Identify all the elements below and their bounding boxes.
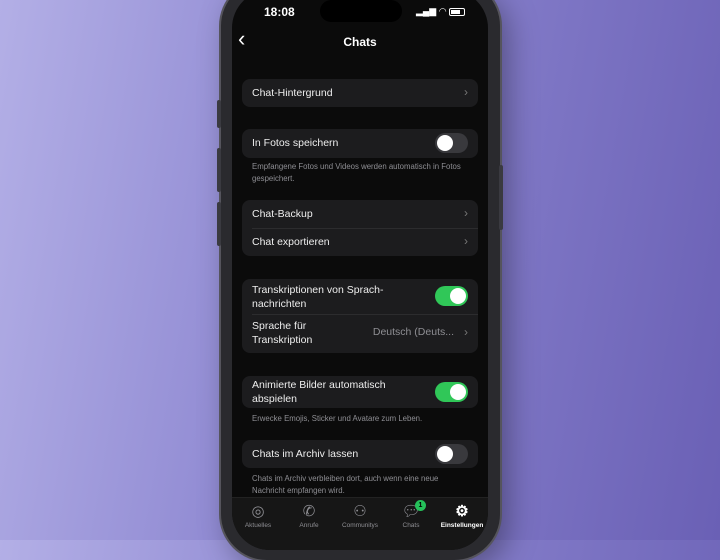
chat-backup-row[interactable]: Chat-Backup › (242, 200, 478, 228)
save-photos-row: In Fotos speichern (242, 129, 478, 158)
chevron-right-icon: › (464, 85, 468, 99)
action-button (217, 100, 221, 128)
save-photos-note: Empfangene Fotos und Videos werden autom… (252, 162, 461, 183)
chevron-right-icon: › (464, 206, 468, 220)
save-photos-toggle[interactable] (435, 133, 468, 153)
row-label: Animierte Bilder automatisch abspielen (252, 379, 386, 405)
animated-images-toggle[interactable] (435, 382, 468, 402)
row-label: Sprache für Transkription (252, 320, 313, 346)
tab-settings[interactable]: ⚙ Einstellungen (436, 502, 488, 529)
animated-images-note: Erwecke Emojis, Sticker und Avatare zum … (252, 414, 423, 423)
keep-archived-note: Chats im Archiv verbleiben dort, auch we… (252, 474, 439, 495)
transcriptions-toggle[interactable] (435, 286, 468, 306)
chevron-right-icon: › (464, 325, 468, 339)
chat-icon: 💬︎ (401, 503, 421, 520)
row-label: Chat-Backup (252, 208, 313, 220)
animated-images-row: Animierte Bilder automatisch abspielen (242, 376, 478, 408)
tab-label: Anrufe (299, 522, 319, 529)
volume-up-button (217, 148, 221, 192)
unread-badge: 1 (415, 500, 426, 511)
keep-archived-row: Chats im Archiv lassen (242, 440, 478, 468)
volume-down-button (217, 202, 221, 246)
tab-calls[interactable]: ✆ Anrufe (283, 502, 335, 529)
transcription-group: Transkriptionen von Sprach-nachrichten S… (242, 279, 478, 353)
tab-label: Einstellungen (440, 522, 484, 529)
tab-communities[interactable]: ⚇ Communitys (334, 502, 386, 529)
tab-label: Chats (402, 522, 420, 529)
updates-icon: ◎ (251, 503, 265, 520)
battery-icon (449, 7, 466, 16)
keep-archived-toggle[interactable] (435, 444, 468, 464)
tab-chats[interactable]: 💬︎ 1 Chats (385, 500, 437, 529)
chat-wallpaper-row[interactable]: Chat-Hintergrund › (242, 79, 478, 107)
wifi-icon: ◠ (438, 6, 447, 16)
tab-label: Communitys (341, 522, 379, 529)
phone-icon: ✆ (302, 503, 316, 520)
status-time: 18:08 (264, 5, 295, 19)
backup-export-group: Chat-Backup › Chat exportieren › (242, 200, 478, 256)
side-button (499, 165, 503, 230)
row-label: Chat exportieren (252, 236, 330, 248)
settings-icon: ⚙ (455, 503, 469, 520)
screen: 18:08 ▂▄▆ ◠ ‹ Chats Chat-Hintergrund › I… (232, 0, 488, 550)
language-value: Deutsch (Deuts... (372, 326, 454, 338)
chevron-right-icon: › (464, 234, 468, 248)
tab-updates[interactable]: ◎ Aktuelles (232, 502, 284, 529)
tab-bar: ◎ Aktuelles ✆ Anrufe ⚇ Communitys 💬︎ 1 C… (232, 497, 488, 550)
row-label: Transkriptionen von Sprach-nachrichten (252, 284, 384, 310)
dynamic-island (320, 0, 402, 22)
page-title: Chats (343, 35, 377, 49)
signal-icon: ▂▄▆ (416, 6, 437, 16)
status-icons: ▂▄▆ ◠ (416, 6, 466, 17)
chat-export-row[interactable]: Chat exportieren › (242, 228, 478, 256)
communities-icon: ⚇ (353, 503, 367, 520)
row-label: Chat-Hintergrund (252, 87, 333, 99)
tab-label: Aktuelles (244, 522, 272, 529)
transcription-language-row[interactable]: Sprache für Transkription Deutsch (Deuts… (242, 314, 478, 353)
